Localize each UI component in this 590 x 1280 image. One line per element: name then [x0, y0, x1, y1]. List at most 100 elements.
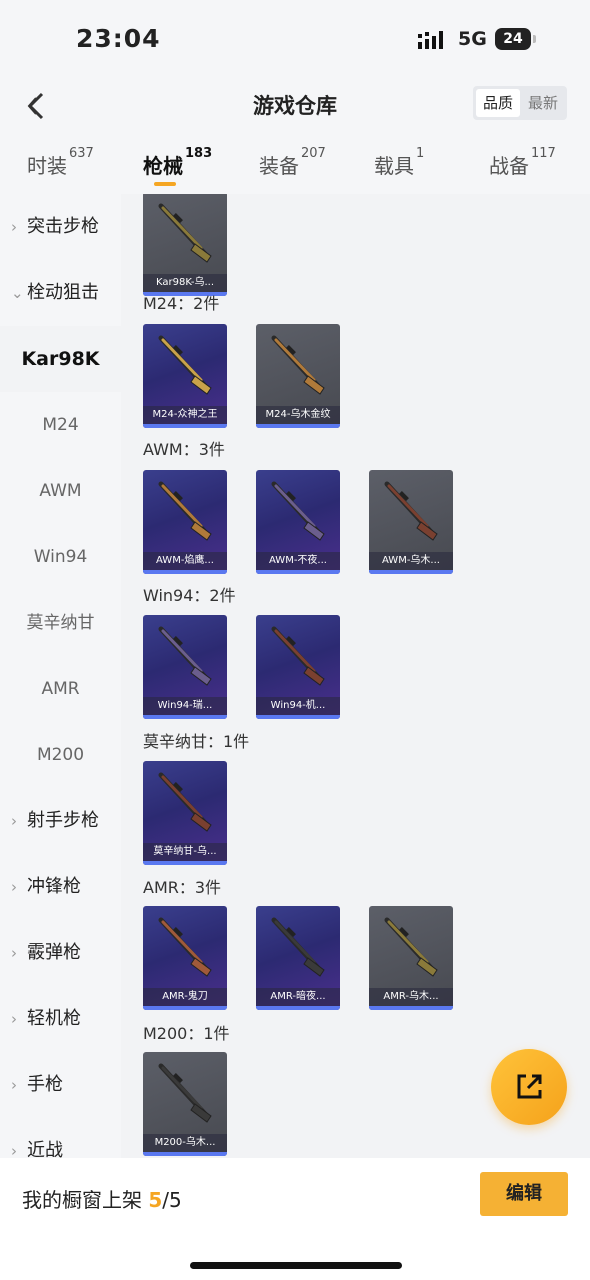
rarity-bar	[369, 570, 453, 574]
sidebar-item[interactable]: AWM	[0, 458, 121, 524]
sidebar-item[interactable]: › 霰弹枪	[0, 920, 121, 986]
sidebar-item-label: 手枪	[27, 1074, 63, 1095]
weapon-skin-name: Win94-机...	[256, 697, 340, 715]
tab-label: 装备	[259, 154, 299, 178]
rarity-bar	[143, 570, 227, 574]
chevron-right-icon: ›	[11, 218, 17, 236]
sort-latest-button[interactable]: 最新	[521, 89, 565, 117]
rifle-icon	[271, 626, 325, 686]
weapon-skin-card[interactable]: AMR-暗夜...	[256, 906, 340, 1010]
sidebar-item-label: 霰弹枪	[27, 942, 81, 963]
sidebar-item-label: AWM	[39, 481, 82, 501]
tab-firearms[interactable]: 枪械183	[143, 146, 212, 186]
sidebar-item[interactable]: › 冲锋枪	[0, 854, 121, 920]
weapon-skin-card[interactable]: Win94-机...	[256, 615, 340, 719]
sidebar-item[interactable]: › 手枪	[0, 1052, 121, 1118]
rifle-icon	[158, 1063, 212, 1123]
chevron-right-icon: ›	[11, 1010, 17, 1028]
chevron-right-icon: ›	[11, 944, 17, 962]
section-label: M24：2件	[143, 294, 220, 313]
tab-equipment[interactable]: 装备207	[259, 146, 326, 179]
weapon-skin-name: M24-乌木金纹	[256, 406, 340, 424]
section-label: AMR：3件	[143, 878, 222, 897]
network-type: 5G	[458, 28, 487, 50]
tab-count: 207	[301, 146, 326, 161]
sidebar-item[interactable]: M24	[0, 392, 121, 458]
weapon-skin-card[interactable]: AWM-不夜...	[256, 470, 340, 574]
section-label: AWM：3件	[143, 440, 225, 459]
share-button[interactable]	[491, 1049, 567, 1125]
weapon-skin-card[interactable]: AWM-乌木...	[369, 470, 453, 574]
showcase-label: 我的橱窗上架	[22, 1188, 149, 1212]
sidebar-item-label: 近战	[27, 1140, 63, 1158]
sidebar-item[interactable]: 莫辛纳甘	[0, 590, 121, 656]
bottom-bar: 我的橱窗上架 5/5 编辑	[0, 1158, 590, 1280]
tab-label: 时装	[27, 154, 67, 178]
section-label: Win94：2件	[143, 586, 236, 605]
sidebar-item[interactable]: › 轻机枪	[0, 986, 121, 1052]
sidebar-item[interactable]: M200	[0, 722, 121, 788]
weapon-skin-card[interactable]: M200-乌木...	[143, 1052, 227, 1156]
tab-label: 载具	[374, 154, 414, 178]
weapon-skin-card[interactable]: AWM-焰鹰...	[143, 470, 227, 574]
sidebar-item-label: AMR	[41, 679, 80, 699]
sidebar-item[interactable]: › 射手步枪	[0, 788, 121, 854]
tab-supplies[interactable]: 战备117	[489, 146, 556, 179]
weapon-skin-card[interactable]: Win94-瑞...	[143, 615, 227, 719]
sidebar-item-label: M200	[36, 745, 85, 765]
sidebar-item[interactable]: Kar98K	[0, 326, 121, 392]
sidebar-item[interactable]: ⌄ 栓动狙击	[0, 260, 121, 326]
chevron-down-icon: ⌄	[11, 284, 24, 302]
rarity-bar	[256, 715, 340, 719]
tab-label: 战备	[489, 154, 529, 178]
rifle-icon	[271, 481, 325, 541]
weapon-skin-name: AMR-乌木...	[369, 988, 453, 1006]
section-label: M200：1件	[143, 1024, 230, 1043]
weapon-skin-card[interactable]: Kar98K-乌...	[143, 194, 227, 296]
tab-count: 637	[69, 146, 94, 161]
sidebar-item[interactable]: › 近战	[0, 1118, 121, 1158]
weapon-skin-name: M200-乌木...	[143, 1134, 227, 1152]
sidebar-item[interactable]: › 突击步枪	[0, 194, 121, 260]
home-indicator[interactable]	[190, 1262, 402, 1269]
sidebar-item-label: 射手步枪	[27, 810, 99, 831]
tab-fashion[interactable]: 时装637	[27, 146, 94, 179]
rarity-bar	[256, 424, 340, 428]
showcase-status: 我的橱窗上架 5/5	[22, 1184, 182, 1213]
sidebar-item-label: M24	[42, 415, 79, 435]
section-label: 莫辛纳甘：1件	[143, 732, 250, 751]
tab-vehicles[interactable]: 载具1	[374, 146, 424, 179]
rifle-icon	[158, 626, 212, 686]
sidebar-item-label: 轻机枪	[27, 1008, 81, 1029]
weapon-skin-card[interactable]: M24-众神之王	[143, 324, 227, 428]
rifle-icon	[158, 203, 212, 263]
active-tab-indicator	[154, 182, 176, 186]
weapon-skin-card[interactable]: M24-乌木金纹	[256, 324, 340, 428]
chevron-right-icon: ›	[11, 1142, 17, 1158]
nav-bar: 游戏仓库 品质 最新	[0, 78, 590, 136]
chevron-right-icon: ›	[11, 1076, 17, 1094]
rifle-icon	[271, 335, 325, 395]
rarity-bar	[369, 1006, 453, 1010]
weapon-skin-card[interactable]: AMR-鬼刀	[143, 906, 227, 1010]
sidebar-item[interactable]: AMR	[0, 656, 121, 722]
rarity-bar	[256, 570, 340, 574]
edit-button[interactable]: 编辑	[480, 1172, 568, 1216]
rarity-bar	[143, 861, 227, 865]
sidebar-item-label: Kar98K	[21, 348, 100, 370]
weapon-skin-card[interactable]: 莫辛纳甘-乌...	[143, 761, 227, 865]
sidebar-item[interactable]: Win94	[0, 524, 121, 590]
sort-quality-button[interactable]: 品质	[476, 89, 520, 117]
rifle-icon	[271, 917, 325, 977]
rifle-icon	[158, 481, 212, 541]
rarity-bar	[256, 1006, 340, 1010]
weapon-skin-name: AMR-暗夜...	[256, 988, 340, 1006]
weapon-grid: Kar98K-乌... M24：2件 M24-众神之王 M24-乌木金纹 AWM：3件 A…	[121, 194, 590, 1158]
sidebar-item-label: 栓动狙击	[27, 282, 99, 303]
weapon-skin-name: AWM-焰鹰...	[143, 552, 227, 570]
weapon-skin-card[interactable]: AMR-乌木...	[369, 906, 453, 1010]
weapon-skin-name: M24-众神之王	[143, 406, 227, 424]
weapon-skin-name: Win94-瑞...	[143, 697, 227, 715]
rarity-bar	[143, 424, 227, 428]
sidebar-item-label: 莫辛纳甘	[26, 613, 95, 633]
